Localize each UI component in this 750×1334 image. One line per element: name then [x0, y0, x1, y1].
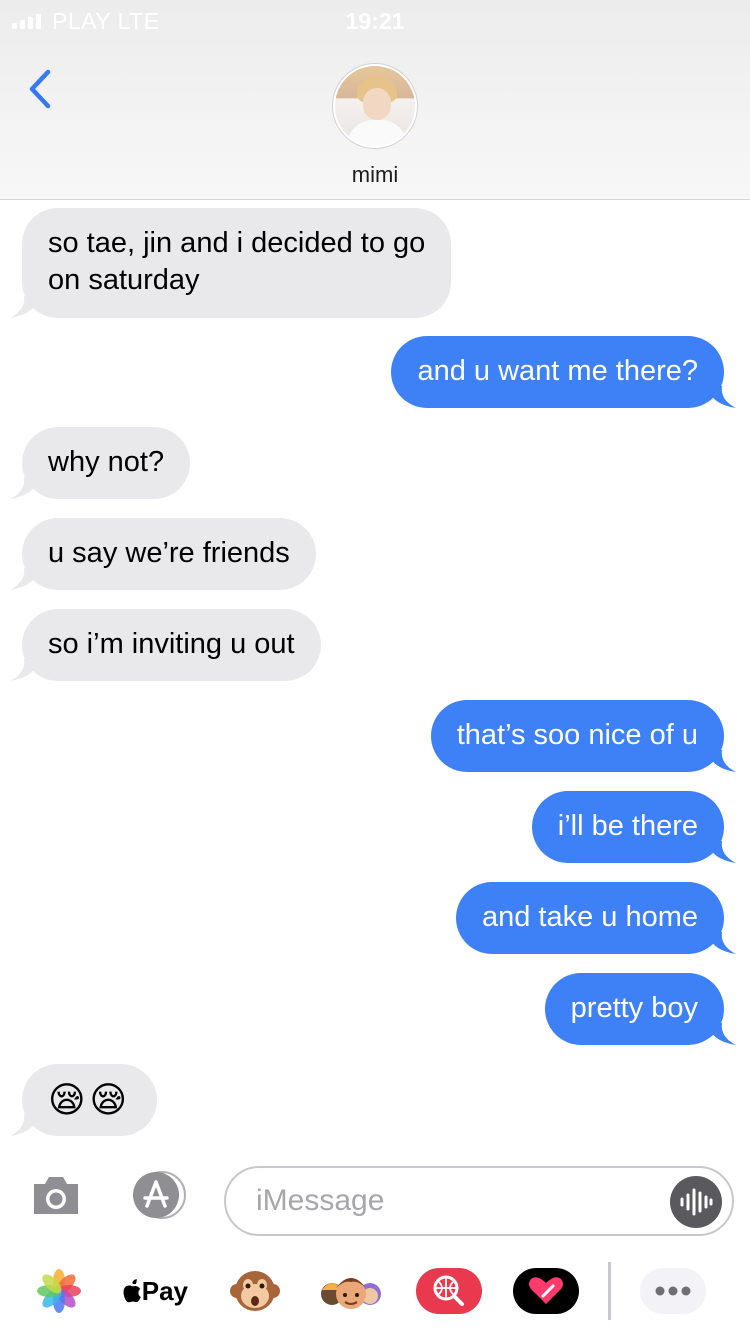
- incoming-message-bubble[interactable]: so i’m inviting u out: [22, 609, 321, 681]
- more-dots-icon: [640, 1268, 706, 1314]
- incoming-message-bubble[interactable]: why not?: [22, 427, 191, 499]
- waveform-icon: [680, 1188, 713, 1216]
- outgoing-message-bubble[interactable]: and take u home: [455, 882, 724, 954]
- bubble-tail: [708, 1023, 736, 1045]
- chevron-left-icon: [29, 69, 51, 109]
- photos-app-button[interactable]: [36, 1260, 82, 1322]
- bubble-tail: [708, 841, 736, 863]
- digital-touch-icon: [513, 1268, 579, 1314]
- web-search-button[interactable]: [416, 1260, 482, 1322]
- memoji-stickers-icon: [321, 1278, 381, 1309]
- outgoing-message-bubble[interactable]: and u want me there?: [391, 336, 724, 408]
- audio-message-button[interactable]: [670, 1176, 722, 1228]
- back-button[interactable]: [22, 64, 62, 114]
- message-input[interactable]: [224, 1166, 734, 1236]
- photos-icon: [37, 1269, 81, 1313]
- composer-bar: [0, 1150, 750, 1250]
- camera-icon: [34, 1177, 78, 1214]
- incoming-message-bubble[interactable]: 😪😪: [22, 1064, 158, 1136]
- bubble-tail: [10, 1114, 38, 1136]
- apple-logo-icon: [123, 1279, 141, 1303]
- apple-pay-button[interactable]: Pay: [122, 1260, 188, 1322]
- conversation-header: PLAY LTE 19:21 mimi: [0, 0, 750, 200]
- app-store-button[interactable]: [126, 1170, 192, 1220]
- bubble-tail: [10, 659, 38, 681]
- digital-touch-button[interactable]: [512, 1260, 580, 1322]
- camera-button[interactable]: [30, 1172, 82, 1218]
- status-time: 19:21: [345, 8, 405, 34]
- bubble-tail: [708, 386, 736, 408]
- bubble-tail: [708, 750, 736, 772]
- status-bar: PLAY LTE 19:21: [0, 0, 750, 40]
- bubble-tail: [10, 477, 38, 499]
- bubble-tail: [708, 932, 736, 954]
- drawer-separator: [608, 1262, 611, 1320]
- message-thread: so tae, jin and i decided to go on saturd…: [0, 200, 750, 1150]
- bubble-tail: [10, 296, 38, 318]
- memoji-stickers-button[interactable]: [316, 1260, 386, 1322]
- web-search-icon: [416, 1268, 482, 1314]
- bubble-tail: [10, 568, 38, 590]
- incoming-message-bubble[interactable]: u say we’re friends: [22, 518, 316, 590]
- app-drawer: Pay: [0, 1250, 750, 1334]
- outgoing-message-bubble[interactable]: pretty boy: [544, 973, 724, 1045]
- incoming-message-bubble[interactable]: so tae, jin and i decided to go on saturd…: [22, 208, 452, 318]
- contact-name[interactable]: mimi: [0, 162, 750, 188]
- more-apps-button[interactable]: [640, 1260, 706, 1322]
- app-store-icon: [133, 1171, 186, 1219]
- apple-pay-label: Pay: [141, 1275, 188, 1306]
- outgoing-message-bubble[interactable]: that’s soo nice of u: [430, 700, 724, 772]
- monkey-animoji-button[interactable]: [226, 1260, 284, 1322]
- contact-avatar[interactable]: [333, 64, 417, 148]
- monkey-animoji-icon: [230, 1271, 280, 1311]
- outgoing-message-bubble[interactable]: i’ll be there: [531, 791, 724, 863]
